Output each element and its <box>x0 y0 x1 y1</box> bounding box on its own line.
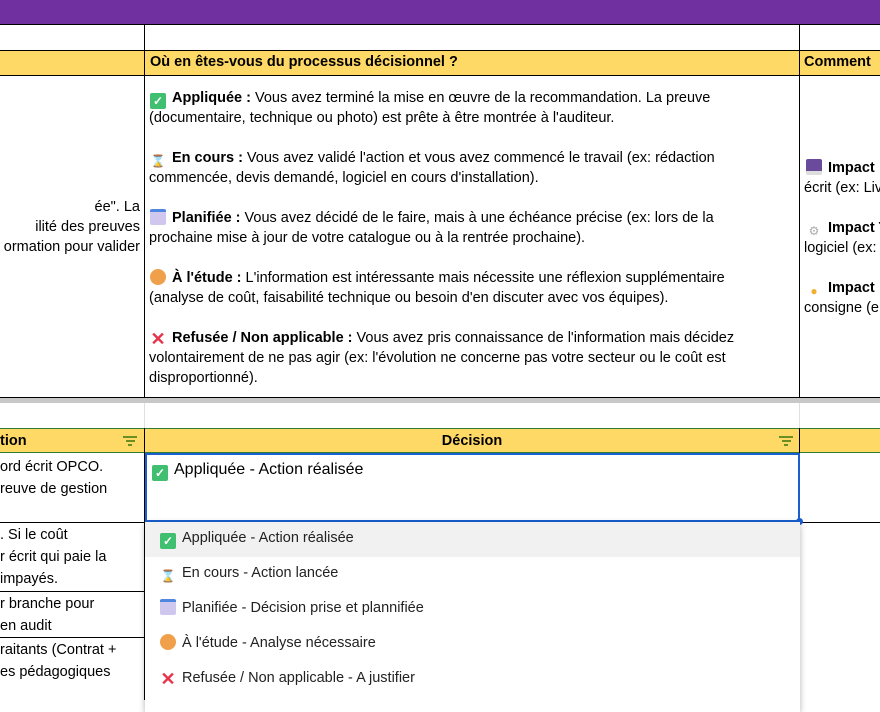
table-row[interactable]: r branche pour en audit <box>0 592 144 637</box>
header-action[interactable]: tion <box>0 429 120 453</box>
check-icon: ✓ <box>160 533 176 549</box>
cross-icon: ✕ <box>160 669 176 689</box>
dropdown-option-appliquee[interactable]: ✓ Appliquée - Action réalisée <box>145 522 800 557</box>
dropdown-option-en-cours[interactable]: ⌛ En cours - Action lancée <box>145 557 800 592</box>
table-row[interactable]: raitants (Contrat + es pédagogiques <box>0 638 144 700</box>
decision-cell-editor[interactable]: ✓ Appliquée - Action réalisée <box>145 453 800 522</box>
cross-icon: ✕ <box>150 329 166 349</box>
hourglass-icon: ⌛ <box>150 154 166 168</box>
cell-value: Appliquée - Action réalisée <box>174 461 364 478</box>
thinking-face-icon <box>150 269 166 285</box>
check-icon: ✓ <box>150 93 166 109</box>
header-decision[interactable]: Décision <box>145 429 799 453</box>
calendar-icon <box>150 209 166 225</box>
cell-impacts[interactable]: Impact écrit (ex: Liv ⚙Impact T logiciel… <box>800 76 880 397</box>
dropdown-option-refusee[interactable]: ✕ Refusée / Non applicable - A justifier <box>145 662 800 697</box>
thinking-face-icon <box>160 634 176 650</box>
filter-icon[interactable] <box>779 436 793 446</box>
decision-dropdown: ✓ Appliquée - Action réalisée ⌛ En cours -… <box>145 522 800 712</box>
frozen-rows-divider[interactable] <box>0 398 880 403</box>
title-bar <box>0 0 880 24</box>
gear-icon: ⚙ <box>808 224 820 238</box>
hourglass-icon: ⌛ <box>160 569 176 583</box>
dropdown-option-a-letude[interactable]: À l'étude - Analyse nécessaire <box>145 627 800 662</box>
header-decision-process[interactable]: Où en êtes-vous du processus décisionnel… <box>150 50 795 74</box>
dropdown-option-planifiee[interactable]: Planifiée - Décision prise et plannifiée <box>145 592 800 627</box>
header-comment[interactable]: Comment <box>804 50 880 74</box>
calendar-icon <box>160 599 176 615</box>
filter-icon[interactable] <box>123 436 137 446</box>
table-row[interactable]: . Si le coût r écrit qui paie la impayés… <box>0 523 144 592</box>
table-row[interactable]: ord écrit OPCO. reuve de gestion <box>0 454 144 522</box>
handshake-icon: ● <box>810 284 818 298</box>
check-icon: ✓ <box>152 465 168 481</box>
cell-left-description[interactable]: ée". La ilité des preuves ormation pour … <box>0 76 144 397</box>
floppy-disk-icon <box>806 159 822 175</box>
cell-status-descriptions[interactable]: ✓ Appliquée : Vous avez terminé la mise e… <box>145 76 799 397</box>
